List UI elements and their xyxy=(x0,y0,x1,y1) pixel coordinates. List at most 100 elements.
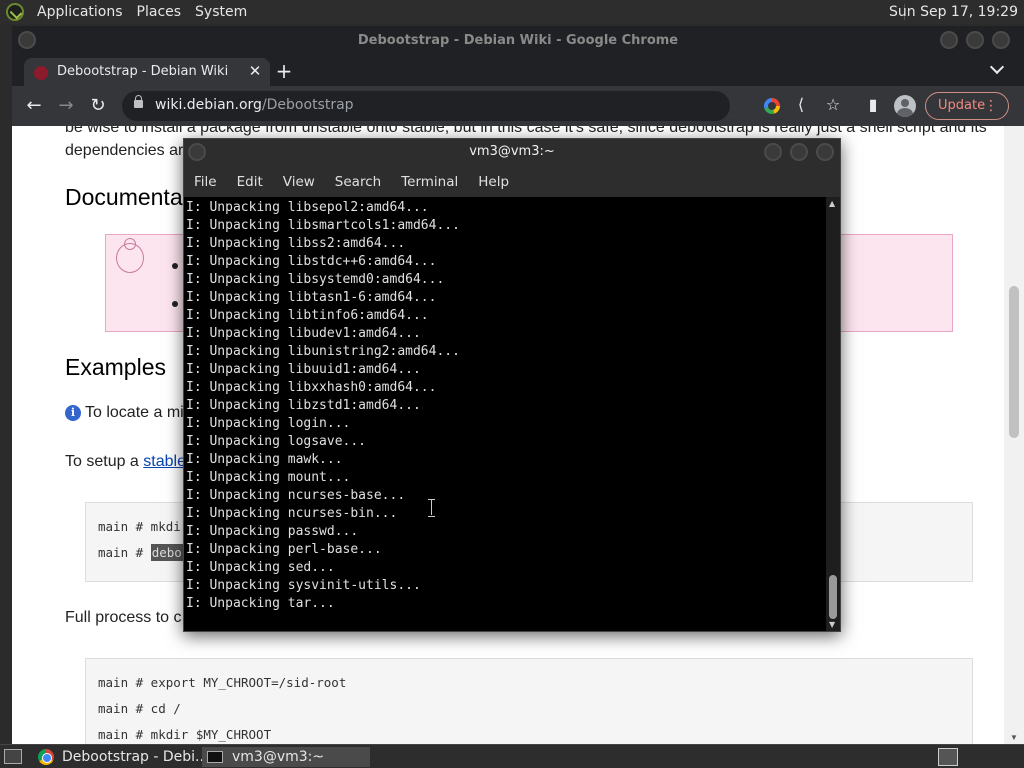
lock-icon[interactable] xyxy=(134,95,143,108)
terminal-line: I: Unpacking passwd... xyxy=(186,524,359,539)
terminal-line: I: Unpacking libsystemd0:amd64... xyxy=(186,272,445,287)
terminal-line: I: Unpacking libunistring2:amd64... xyxy=(186,344,460,359)
page-scroll-thumb[interactable] xyxy=(1009,286,1019,438)
menu-terminal[interactable]: Terminal xyxy=(391,174,468,190)
terminal-menubar: File Edit View Search Terminal Help xyxy=(184,167,840,197)
kebab-menu-icon[interactable]: ⋮ xyxy=(984,93,998,119)
menu-file[interactable]: File xyxy=(184,174,227,190)
distro-logo-icon[interactable] xyxy=(6,3,24,21)
terminal-line: I: Unpacking tar... xyxy=(186,596,335,611)
list-bullet xyxy=(172,301,178,307)
terminal-titlebar[interactable]: vm3@vm3:~ xyxy=(184,139,840,167)
locate-text: To locate a mi xyxy=(85,404,184,421)
terminal-line: I: Unpacking libsmartcols1:amd64... xyxy=(186,218,460,233)
share-icon[interactable]: ⟨ xyxy=(790,95,812,114)
terminal-line: I: Unpacking libxxhash0:amd64... xyxy=(186,380,437,395)
code-selection[interactable]: debo xyxy=(150,544,183,561)
url-text[interactable]: wiki.debian.org/Debootstrap xyxy=(155,97,354,113)
scroll-up-arrow-icon[interactable]: ▲ xyxy=(829,199,835,208)
terminal-icon xyxy=(207,751,223,763)
terminal-line: I: Unpacking libuuid1:amd64... xyxy=(186,362,421,377)
terminal-line: I: Unpacking libstdc++6:amd64... xyxy=(186,254,437,269)
note-icon xyxy=(116,238,144,273)
url-host: wiki.debian.org xyxy=(155,97,262,113)
panel-clock[interactable]: Sun Sep 17, 19:29 xyxy=(889,0,1018,24)
terminal-line: I: Unpacking perl-base... xyxy=(186,542,382,557)
chrome-toolbar: ← → ↻ wiki.debian.org/Debootstrap ⟨ ☆ ▮ … xyxy=(12,86,1024,126)
list-bullet xyxy=(172,263,178,269)
address-bar[interactable]: wiki.debian.org/Debootstrap xyxy=(122,91,730,121)
maximize-button[interactable] xyxy=(966,31,984,49)
url-path: /Debootstrap xyxy=(261,97,354,113)
system-menu[interactable]: System xyxy=(188,0,254,24)
places-menu[interactable]: Places xyxy=(130,0,189,24)
page-scrollbar[interactable]: ▼ xyxy=(1004,126,1024,744)
code-line: main # debo xyxy=(98,544,183,561)
terminal-scrollbar[interactable]: ▲ ▼ xyxy=(826,197,840,631)
heading-examples: Examples xyxy=(65,354,166,380)
bookmark-star-icon[interactable]: ☆ xyxy=(822,95,844,114)
terminal-window: vm3@vm3:~ File Edit View Search Terminal… xyxy=(183,138,841,632)
terminal-title: vm3@vm3:~ xyxy=(469,144,555,159)
menu-help[interactable]: Help xyxy=(468,174,519,190)
minimize-button[interactable] xyxy=(940,31,958,49)
terminal-scroll-thumb[interactable] xyxy=(829,575,837,619)
menu-view[interactable]: View xyxy=(273,174,325,190)
close-button[interactable] xyxy=(992,31,1010,49)
close-button[interactable] xyxy=(816,143,834,161)
code-line: main # mkdir $MY_CHROOT xyxy=(98,727,272,742)
side-panel-icon[interactable]: ▮ xyxy=(862,95,884,114)
tab-debootstrap[interactable]: Debootstrap - Debian Wiki ✕ xyxy=(24,58,270,88)
taskbar-item-chrome[interactable]: Debootstrap - Debi... xyxy=(32,747,208,767)
tab-strip: Debootstrap - Debian Wiki ✕ + xyxy=(12,56,1024,88)
update-button[interactable]: Update ⋮ xyxy=(925,92,1009,120)
tab-title: Debootstrap - Debian Wiki xyxy=(57,64,229,79)
terminal-output[interactable]: I: Unpacking libsepol2:amd64... I: Unpack… xyxy=(184,197,826,631)
stable-link[interactable]: stable xyxy=(143,453,186,470)
terminal-line: I: Unpacking libzstd1:amd64... xyxy=(186,398,421,413)
menu-search[interactable]: Search xyxy=(325,174,391,190)
code-line: main # mkdir xyxy=(98,519,189,534)
minimize-button[interactable] xyxy=(764,143,782,161)
forward-arrow-icon[interactable]: → xyxy=(54,94,78,118)
tab-search-chevron-icon[interactable] xyxy=(989,59,1005,75)
taskbar: Debootstrap - Debi... vm3@vm3:~ xyxy=(0,744,1024,768)
code-line: main # cd / xyxy=(98,701,181,716)
heading-documentation: Documentat xyxy=(65,184,190,210)
taskbar-item-label: Debootstrap - Debi... xyxy=(62,749,209,765)
tab-close-icon[interactable]: ✕ xyxy=(246,62,264,80)
scroll-down-arrow-icon[interactable]: ▼ xyxy=(1010,733,1018,742)
profile-avatar[interactable] xyxy=(894,95,916,117)
terminal-line: I: Unpacking libsepol2:amd64... xyxy=(186,200,429,215)
top-panel: Applications Places System Sun Sep 17, 1… xyxy=(0,0,1024,24)
terminal-line: I: Unpacking logsave... xyxy=(186,434,367,449)
setup-text: To setup a stable xyxy=(65,453,186,471)
show-desktop-icon[interactable] xyxy=(4,749,22,764)
terminal-lines: I: Unpacking libsepol2:amd64... I: Unpack… xyxy=(186,199,460,613)
new-tab-button[interactable]: + xyxy=(274,59,294,83)
setup-prefix: To setup a xyxy=(65,453,144,470)
maximize-button[interactable] xyxy=(790,143,808,161)
terminal-line: I: Unpacking login... xyxy=(186,416,351,431)
code-block-2: main # export MY_CHROOT=/sid-root main #… xyxy=(85,658,973,744)
workspace-switcher[interactable] xyxy=(938,748,958,766)
terminal-line: I: Unpacking ncurses-base... xyxy=(186,488,406,503)
update-label: Update xyxy=(938,98,986,113)
reload-icon[interactable]: ↻ xyxy=(86,94,110,118)
scroll-down-arrow-icon[interactable]: ▼ xyxy=(829,620,835,629)
chrome-window-title: Debootstrap - Debian Wiki - Google Chrom… xyxy=(357,33,679,48)
full-process-text: Full process to c xyxy=(65,609,182,626)
chrome-titlebar[interactable]: Debootstrap - Debian Wiki - Google Chrom… xyxy=(12,26,1024,56)
terminal-line: I: Unpacking libss2:amd64... xyxy=(186,236,406,251)
chrome-icon xyxy=(38,749,54,765)
google-lens-icon[interactable] xyxy=(764,98,780,114)
terminal-line: I: Unpacking libudev1:amd64... xyxy=(186,326,421,341)
code-line: main # export MY_CHROOT=/sid-root xyxy=(98,675,347,690)
taskbar-item-label: vm3@vm3:~ xyxy=(232,749,325,765)
menu-edit[interactable]: Edit xyxy=(227,174,273,190)
terminal-line: I: Unpacking sysvinit-utils... xyxy=(186,578,421,593)
applications-menu[interactable]: Applications xyxy=(30,0,130,24)
back-arrow-icon[interactable]: ← xyxy=(22,94,46,118)
terminal-line: I: Unpacking libtinfo6:amd64... xyxy=(186,308,429,323)
taskbar-item-terminal[interactable]: vm3@vm3:~ xyxy=(202,747,370,767)
